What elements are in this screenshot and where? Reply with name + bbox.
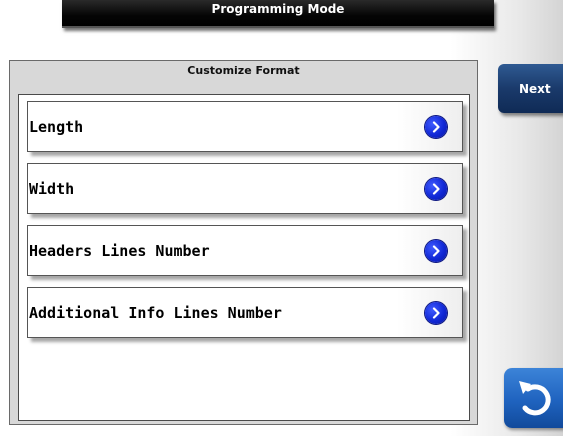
menu-item-headers-lines-number[interactable]: Headers Lines Number: [27, 225, 463, 276]
page-title: Programming Mode: [211, 2, 345, 16]
menu-item-width[interactable]: Width: [27, 163, 463, 214]
panel-title: Customize Format: [187, 64, 300, 77]
menu-item-length[interactable]: Length: [27, 101, 463, 152]
title-bar: Programming Mode: [62, 0, 494, 28]
menu-item-label: Length: [29, 117, 84, 136]
customize-format-panel: Customize Format Length Width Headers Li…: [9, 60, 478, 425]
back-arrow-icon: [519, 381, 551, 416]
menu-list: Length Width Headers Lines Number Additi…: [18, 94, 470, 421]
chevron-right-icon: [425, 177, 447, 200]
next-button[interactable]: Next: [498, 64, 563, 113]
menu-item-label: Headers Lines Number: [29, 241, 210, 260]
back-button[interactable]: [504, 368, 563, 428]
chevron-right-icon: [425, 115, 447, 138]
next-button-label: Next: [519, 81, 551, 96]
chevron-right-icon: [425, 301, 447, 324]
menu-item-label: Width: [29, 179, 75, 198]
menu-item-label: Additional Info Lines Number: [29, 303, 282, 322]
chevron-right-icon: [425, 239, 447, 262]
menu-item-additional-info-lines-number[interactable]: Additional Info Lines Number: [27, 287, 463, 338]
